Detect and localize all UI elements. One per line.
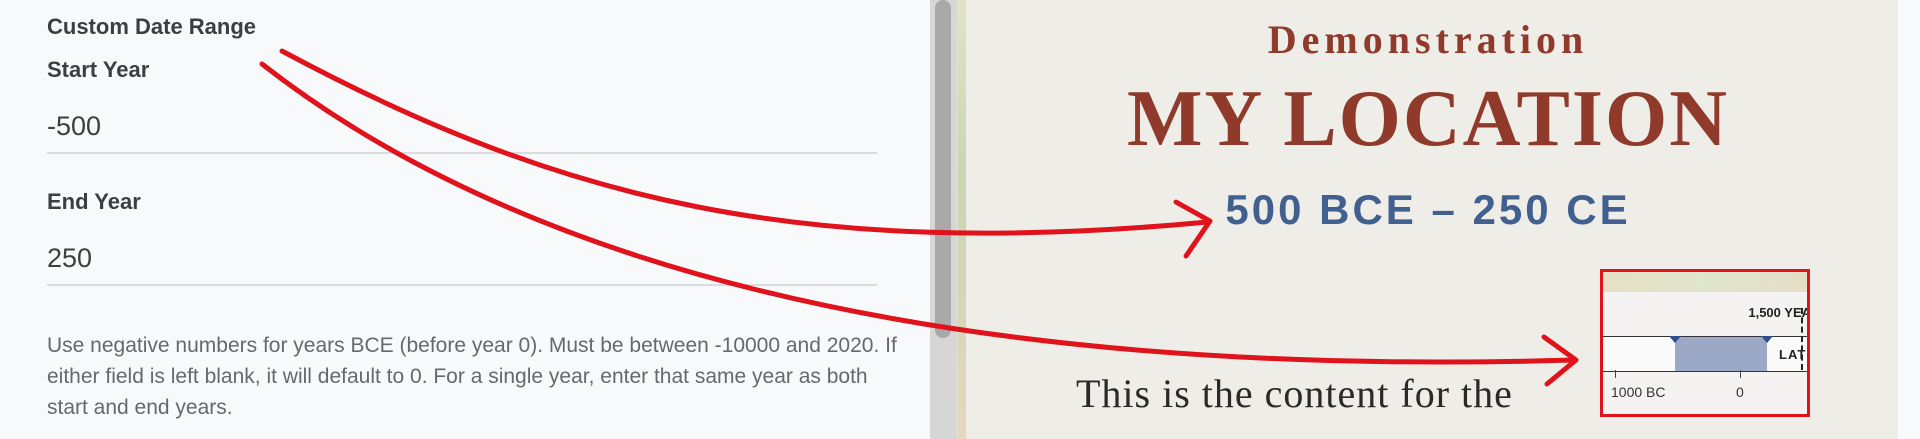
start-year-input[interactable] — [47, 100, 877, 154]
timeline-period-label: LATE P — [1779, 347, 1807, 362]
tick-mark — [1615, 370, 1616, 378]
timeline-map-strip — [1603, 272, 1807, 292]
tick-mark — [1740, 370, 1741, 378]
settings-panel: Custom Date Range Start Year End Year Us… — [0, 0, 930, 439]
end-year-label: End Year — [47, 189, 141, 214]
timeline-widget: 1,500 YEA LATE P 1000 BC 0 — [1600, 269, 1810, 417]
poster-content-text: This is the content for the — [1076, 371, 1513, 416]
end-year-input[interactable] — [47, 232, 877, 286]
timeline-dashed-marker — [1801, 308, 1803, 370]
poster-date-range: 500 BCE – 250 CE — [1225, 186, 1631, 233]
poster-preview: Demonstration MY LOCATION 500 BCE – 250 … — [958, 0, 1898, 439]
poster-subtitle: Demonstration — [1267, 17, 1589, 62]
tick-label-zero: 0 — [1736, 384, 1744, 400]
start-year-label: Start Year — [47, 57, 150, 82]
section-title: Custom Date Range — [47, 14, 257, 39]
help-text: Use negative numbers for years BCE (befo… — [47, 334, 897, 419]
scrollbar-thumb[interactable] — [935, 0, 951, 338]
poster-title: MY LOCATION — [1127, 75, 1729, 163]
timeline-selected-range — [1675, 337, 1767, 371]
left-panel-scrollbar[interactable] — [930, 0, 956, 439]
tick-label-1000bc: 1000 BC — [1611, 384, 1666, 400]
range-end-marker-icon — [1761, 336, 1773, 343]
range-start-marker-icon — [1669, 336, 1681, 343]
timeline-bar: LATE P — [1603, 336, 1807, 372]
